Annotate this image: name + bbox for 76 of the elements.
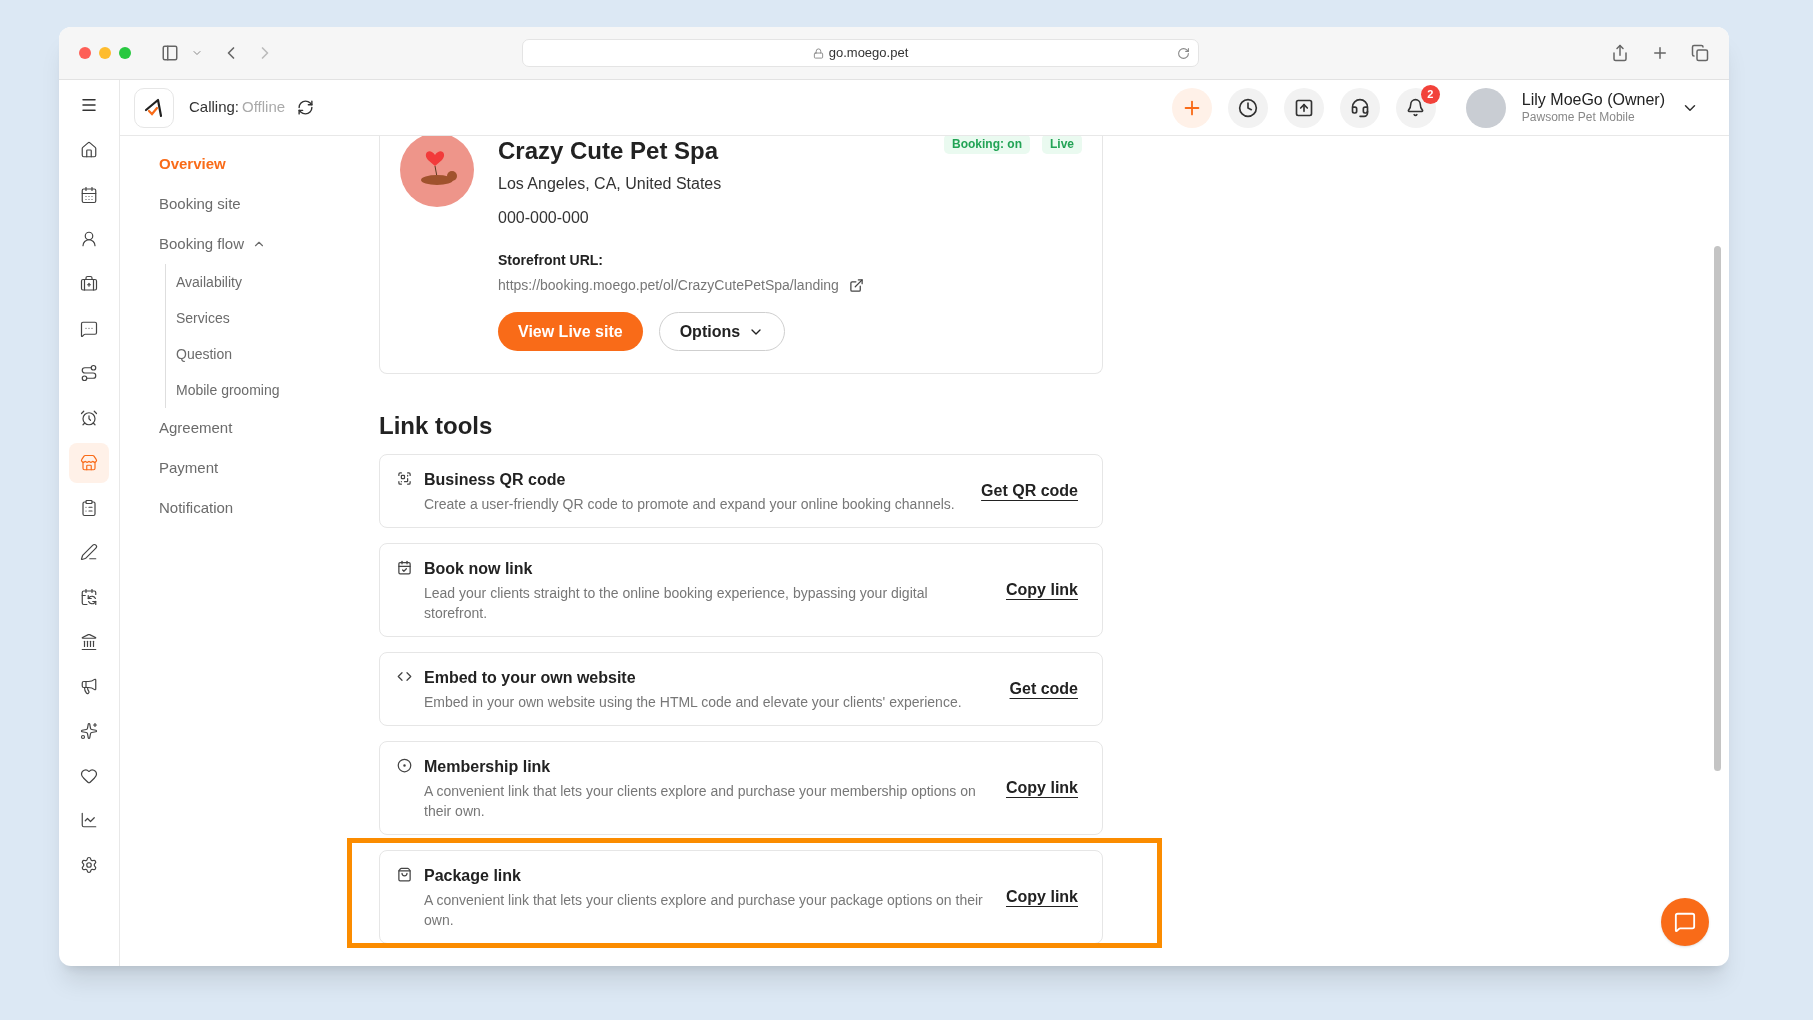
bell-icon xyxy=(1406,98,1426,117)
tool-action-link[interactable]: Copy link xyxy=(1006,578,1078,602)
share-icon[interactable] xyxy=(1611,44,1629,62)
section-title: Link tools xyxy=(379,411,494,441)
chat-icon xyxy=(1674,911,1696,933)
business-name-title: Crazy Cute Pet Spa xyxy=(498,136,719,166)
status-tag: Booking: on xyxy=(944,136,1030,154)
sidebar-toggle-icon[interactable] xyxy=(161,44,179,62)
upload-icon xyxy=(1293,97,1314,118)
bank-icon xyxy=(80,632,98,651)
user-name: Lily MoeGo (Owner) xyxy=(1521,90,1665,110)
settings-icon xyxy=(80,856,98,874)
tool-action-link[interactable]: Copy link xyxy=(1006,776,1078,800)
pen-icon xyxy=(80,543,98,562)
tool-description: Create a user-friendly QR code to promote and expand your online booking channels. xyxy=(424,495,955,514)
home-icon xyxy=(80,141,98,159)
scrollbar-thumb[interactable] xyxy=(1714,246,1721,771)
calling-label: Calling: xyxy=(189,97,240,118)
tool-title: Package link xyxy=(424,866,522,886)
chat-button[interactable] xyxy=(1661,898,1709,946)
nav-item[interactable]: Notification xyxy=(159,488,379,528)
refresh-icon[interactable] xyxy=(297,99,315,116)
calendar-icon xyxy=(397,560,412,575)
tool-action-link[interactable]: Get code xyxy=(1009,677,1078,701)
menu-icon[interactable] xyxy=(80,96,98,114)
tabs-overview-icon[interactable] xyxy=(1691,44,1709,62)
headset-icon xyxy=(1349,97,1370,118)
tool-description: Lead your clients straight to the online booking experience, bypassing your digital storefront. xyxy=(424,584,929,623)
alarm-clock-icon xyxy=(80,409,98,428)
new-tab-icon[interactable] xyxy=(1651,44,1669,62)
sparkles-icon xyxy=(80,721,98,740)
tool-title: Membership link xyxy=(424,757,552,777)
nav-item[interactable]: Payment xyxy=(159,448,379,488)
tool-description: A convenient link that lets your clients explore and purchase your membership options on their own. xyxy=(424,782,977,821)
business-name: Pawsome Pet Mobile xyxy=(1521,110,1636,125)
nav-item[interactable]: Overview xyxy=(159,144,379,184)
megaphone-icon xyxy=(80,677,98,696)
external-link-icon[interactable] xyxy=(848,278,864,293)
tool-title: Business QR code xyxy=(424,470,567,490)
nav-item[interactable]: Availability xyxy=(176,264,379,300)
storefront-icon xyxy=(80,453,98,472)
storefront-label: Storefront URL: xyxy=(498,251,604,270)
route-icon xyxy=(80,364,98,383)
nav-item[interactable]: Agreement xyxy=(159,408,379,448)
nav-item[interactable]: Booking site xyxy=(159,184,379,224)
lock-icon xyxy=(812,47,824,59)
address-field[interactable]: go.moego.pet xyxy=(522,39,1199,67)
view-live-site-button[interactable]: View Live site xyxy=(498,312,643,351)
tool-description: A convenient link that lets your clients explore and purchase your package options on their own. xyxy=(424,891,984,930)
business-address: Los Angeles, CA, United States xyxy=(498,174,723,194)
nav-item[interactable]: Mobile grooming xyxy=(176,372,379,408)
tool-action-link[interactable]: Copy link xyxy=(1006,885,1078,909)
nav-item[interactable]: Question xyxy=(176,336,379,372)
nav-item[interactable]: Services xyxy=(176,300,379,336)
storefront-link[interactable]: https://booking.moego.pet/ol/CrazyCutePetSpa/landing xyxy=(498,275,839,296)
tool-title: Book now link xyxy=(424,559,534,579)
tool-description: Embed in your own website using the HTML code and elevate your clients' experience. xyxy=(424,693,962,712)
calendar-icon xyxy=(80,185,98,204)
status-tag: Live xyxy=(1042,136,1082,154)
tool-action-link[interactable]: Get QR code xyxy=(981,479,1078,503)
user-icon xyxy=(80,230,98,249)
line-chart-icon xyxy=(80,811,98,830)
chat-icon xyxy=(80,319,98,338)
app-logo[interactable] xyxy=(134,87,174,128)
qr-scan-icon xyxy=(397,471,412,486)
business-phone: 000-000-000 xyxy=(498,208,590,228)
clock-icon xyxy=(1237,97,1258,118)
calling-status: Offline xyxy=(242,97,286,118)
reload-icon[interactable] xyxy=(1177,46,1190,60)
clipboard-icon xyxy=(80,498,98,517)
calendar-sync-icon xyxy=(80,587,98,606)
nav-group[interactable]: Booking flow xyxy=(159,224,379,264)
notification-count: 2 xyxy=(1420,84,1440,104)
tool-title: Embed to your own website xyxy=(424,668,637,688)
heart-icon xyxy=(80,766,98,785)
code-icon xyxy=(397,669,412,684)
